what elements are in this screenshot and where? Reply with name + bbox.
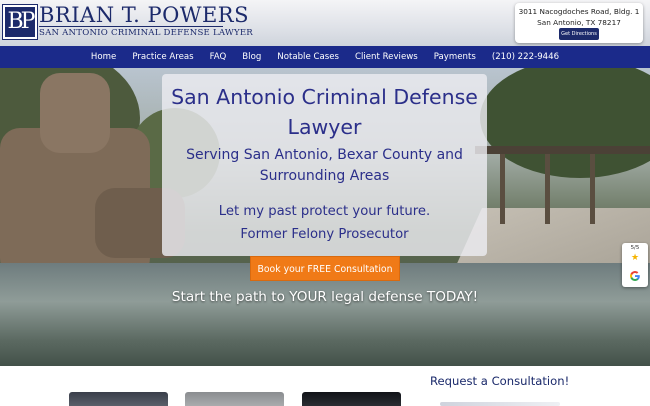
main-nav: Home Practice Areas FAQ Blog Notable Cas… — [0, 46, 650, 68]
google-icon — [629, 271, 640, 281]
address-card: 3011 Nacogdoches Road, Bldg. 1 San Anton… — [515, 3, 643, 43]
nav-item-phone[interactable]: (210) 222-9446 — [484, 52, 567, 62]
hero-line-protect: Let my past protect your future. — [218, 204, 431, 219]
hero-scenery-post — [500, 154, 505, 224]
practice-thumbnail[interactable] — [69, 392, 168, 406]
nav-item-blog[interactable]: Blog — [234, 52, 269, 62]
star-icon: ★ — [630, 253, 640, 263]
address-line-2: San Antonio, TX 78217 — [537, 18, 621, 27]
firm-name-divider — [39, 26, 223, 27]
book-consultation-button[interactable]: Book your FREE Consultation — [250, 256, 400, 281]
logo[interactable]: BP — [2, 4, 38, 40]
nav-item-client-reviews[interactable]: Client Reviews — [347, 52, 426, 62]
practice-thumbnail[interactable] — [302, 392, 401, 406]
nav-item-payments[interactable]: Payments — [426, 52, 484, 62]
hero-section: San Antonio Criminal Defense Lawyer Serv… — [0, 68, 650, 366]
hero-scenery-post — [545, 154, 550, 224]
firm-name[interactable]: BRIAN T. POWERS — [39, 3, 249, 27]
hero-subtitle: Serving San Antonio, Bexar County and Su… — [186, 147, 463, 184]
site-header: BP BRIAN T. POWERS SAN ANTONIO CRIMINAL … — [0, 0, 650, 46]
hero-tagline: Start the path to YOUR legal defense TOD… — [171, 289, 479, 305]
hero-title: San Antonio Criminal Defense Lawyer — [171, 85, 478, 139]
nav-item-notable-cases[interactable]: Notable Cases — [269, 52, 347, 62]
review-badge[interactable]: 5/5 ★ — [622, 243, 648, 287]
consultation-form-title: Request a Consultation! — [430, 374, 570, 388]
address-line-1: 3011 Nacogdoches Road, Bldg. 1 — [518, 7, 640, 16]
firm-tagline: SAN ANTONIO CRIMINAL DEFENSE LAWYER — [39, 28, 253, 38]
review-score: 5/5 — [630, 245, 640, 251]
nav-item-practice-areas[interactable]: Practice Areas — [124, 52, 201, 62]
practice-thumbnail[interactable] — [185, 392, 284, 406]
hero-scenery-rock — [40, 73, 110, 153]
consultation-form-field[interactable] — [440, 402, 560, 406]
hero-line-prosecutor: Former Felony Prosecutor — [240, 227, 409, 242]
hero-scenery-post — [590, 154, 595, 224]
nav-item-faq[interactable]: FAQ — [202, 52, 235, 62]
content-section: Request a Consultation! — [0, 366, 650, 406]
nav-item-home[interactable]: Home — [83, 52, 124, 62]
get-directions-button[interactable]: Get Directions — [559, 28, 599, 40]
